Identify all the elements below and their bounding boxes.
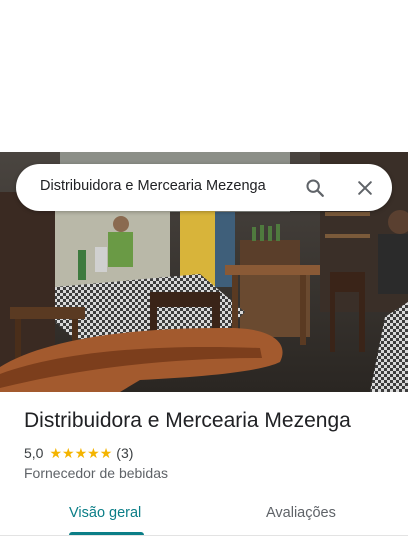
tabs-divider (0, 535, 408, 536)
search-icon[interactable] (302, 175, 328, 201)
star-icon: ★ (74, 445, 88, 461)
review-count[interactable]: (3) (116, 445, 133, 461)
star-icon: ★ (99, 445, 113, 461)
star-icon: ★ (49, 445, 63, 461)
star-rating: ★ ★ ★ ★ ★ (49, 446, 112, 460)
search-input[interactable]: Distribuidora e Mercearia Mezenga (40, 178, 266, 194)
place-category[interactable]: Fornecedor de bebidas (24, 465, 168, 481)
star-icon: ★ (62, 445, 75, 461)
rating-value: 5,0 (24, 445, 44, 461)
tab-overview[interactable]: Visão geral (69, 505, 141, 521)
close-icon[interactable] (352, 175, 378, 201)
place-title: Distribuidora e Mercearia Mezenga (24, 409, 351, 432)
search-bar[interactable]: Distribuidora e Mercearia Mezenga (16, 164, 392, 211)
rating-row[interactable]: 5,0 ★ ★ ★ ★ ★ (3) (24, 444, 133, 462)
star-icon: ★ (87, 445, 100, 461)
tab-reviews[interactable]: Avaliações (266, 505, 336, 521)
